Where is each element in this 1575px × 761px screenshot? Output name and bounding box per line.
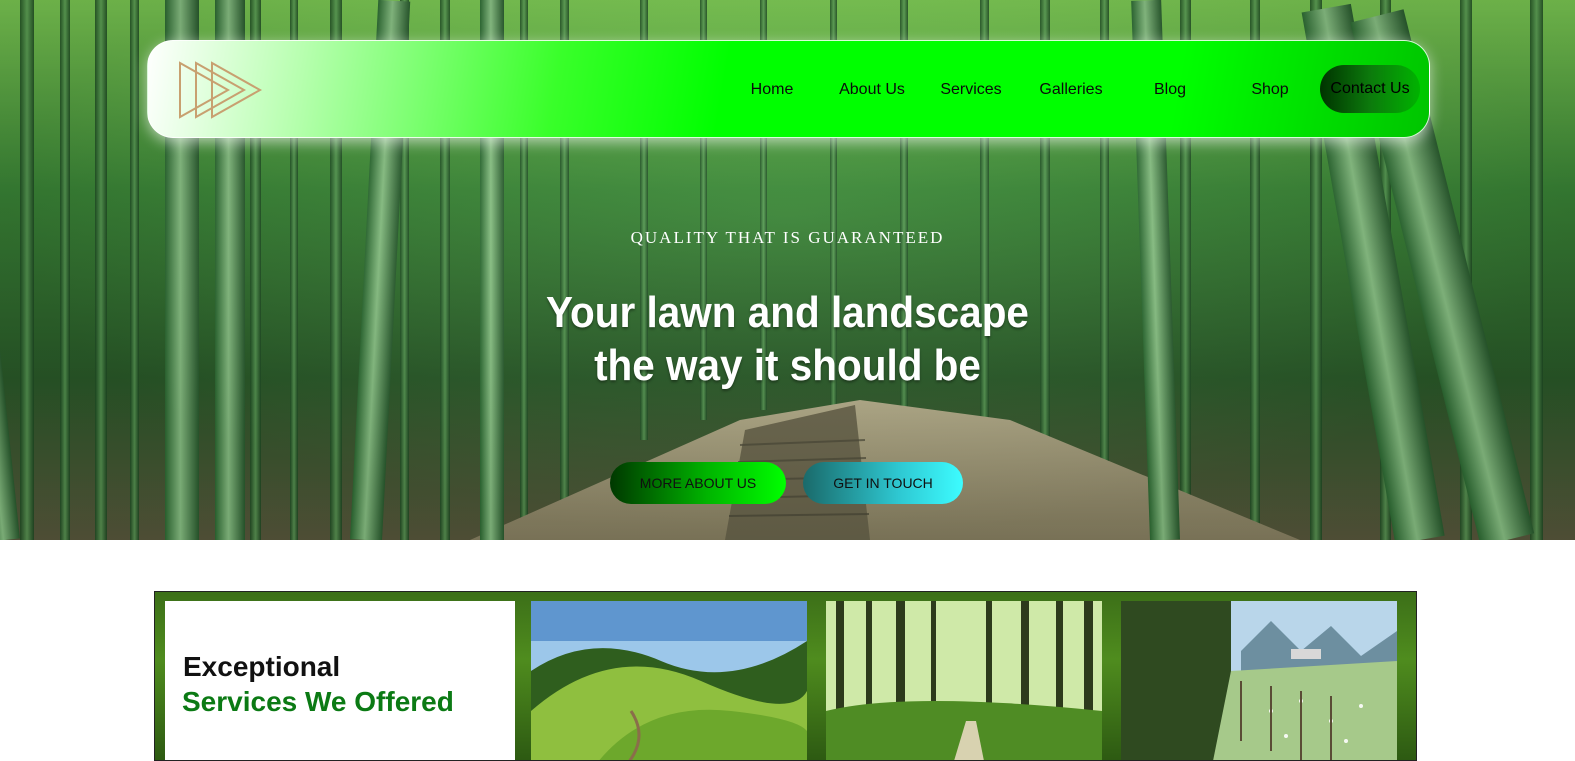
hero-headline: Your lawn and landscape the way it shoul… [63, 286, 1512, 392]
triangles-logo-icon[interactable] [178, 59, 264, 121]
services-title-line2: Services We Offered [182, 686, 454, 717]
nav-services[interactable]: Services [940, 78, 1001, 102]
hero-headline-line2: the way it should be [594, 341, 981, 390]
get-in-touch-button[interactable]: GET IN TOUCH [803, 462, 963, 504]
green-hills-image[interactable] [531, 601, 807, 761]
forest-path-image[interactable] [826, 601, 1102, 761]
top-navigation-bar: Home About Us Services Galleries Blog Sh… [147, 40, 1430, 138]
nav-shop[interactable]: Shop [1251, 78, 1288, 102]
more-about-us-button[interactable]: MORE ABOUT US [610, 462, 786, 504]
nav-home[interactable]: Home [751, 78, 794, 102]
nav-contact-us-button[interactable]: Contact Us [1320, 65, 1420, 113]
services-title-line1: Exceptional [183, 651, 341, 682]
meadow-fence-image[interactable] [1121, 601, 1397, 761]
hero-headline-line1: Your lawn and landscape [546, 288, 1029, 337]
nav-galleries[interactable]: Galleries [1039, 78, 1102, 102]
nav-blog[interactable]: Blog [1154, 78, 1186, 102]
services-section: Exceptional Services We Offered [154, 591, 1417, 761]
nav-about-us[interactable]: About Us [839, 78, 905, 102]
hero-section: Home About Us Services Galleries Blog Sh… [0, 0, 1575, 540]
hero-eyebrow: QUALITY THAT IS GUARANTEED [630, 228, 945, 247]
services-title-card: Exceptional Services We Offered [165, 601, 515, 760]
